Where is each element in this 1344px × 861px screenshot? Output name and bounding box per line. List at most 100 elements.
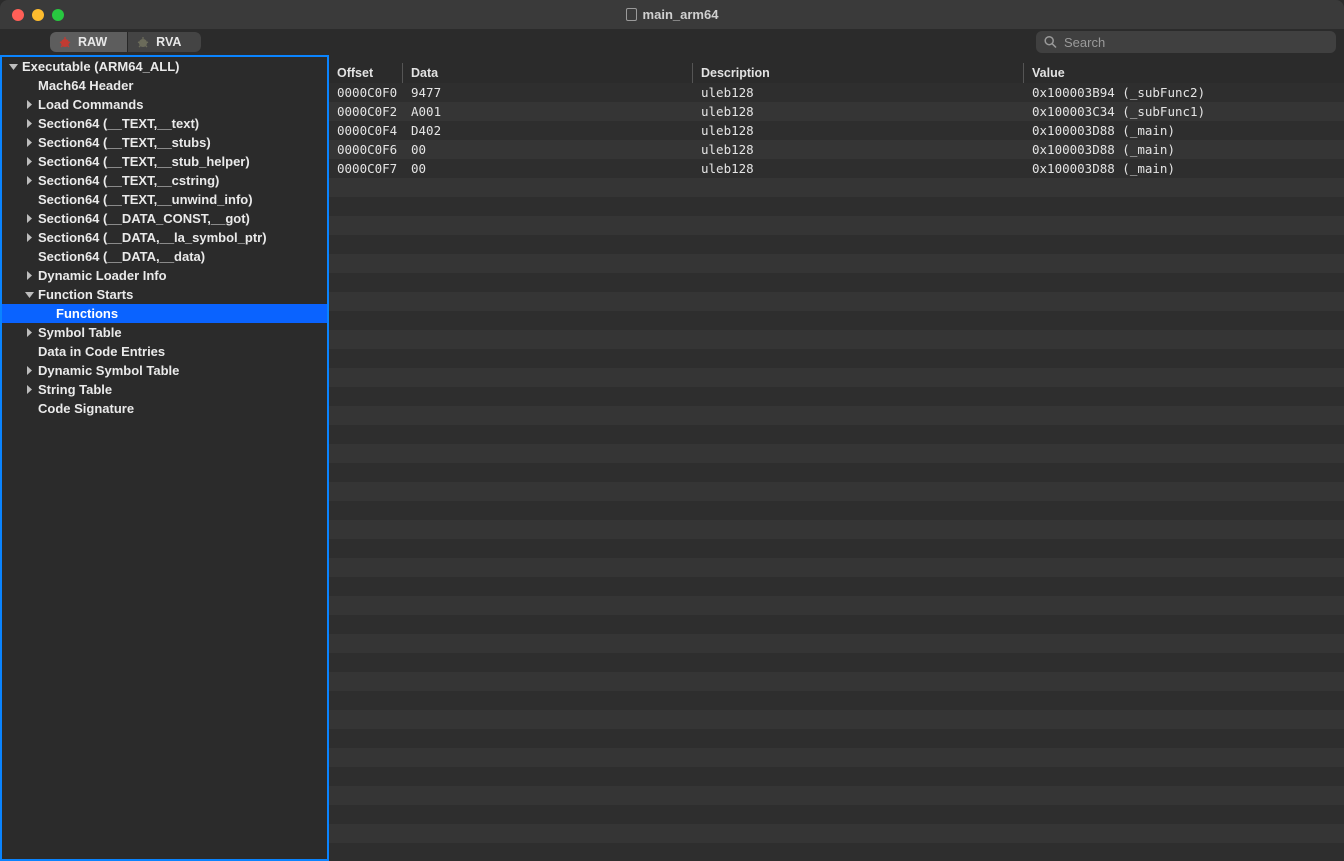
cell-value: 0x100003B94 (_subFunc2)	[1024, 85, 1344, 100]
tree-item-label: Symbol Table	[38, 325, 122, 340]
table-row[interactable]: 0000C0F4D402uleb1280x100003D88 (_main)	[329, 121, 1344, 140]
cell-value: 0x100003D88 (_main)	[1024, 123, 1344, 138]
zoom-window-button[interactable]	[52, 9, 64, 21]
chevron-right-icon[interactable]	[22, 212, 36, 226]
tree-item[interactable]: Code Signature	[2, 399, 327, 418]
traffic-lights	[0, 9, 64, 21]
tree-item[interactable]: Section64 (__TEXT,__text)	[2, 114, 327, 133]
tree-item[interactable]: Function Starts	[2, 285, 327, 304]
cell-data: D402	[403, 123, 692, 138]
cell-offset: 0000C0F0	[329, 85, 402, 100]
bug-icon	[136, 36, 150, 48]
tab-rva[interactable]: RVA	[127, 32, 201, 52]
cell-description: uleb128	[693, 142, 1023, 157]
cell-value: 0x100003D88 (_main)	[1024, 142, 1344, 157]
col-header-description[interactable]: Description	[693, 66, 1023, 80]
cell-data: 9477	[403, 85, 692, 100]
chevron-right-icon[interactable]	[22, 174, 36, 188]
cell-data: 00	[403, 161, 692, 176]
table-body[interactable]: 0000C0F09477uleb1280x100003B94 (_subFunc…	[329, 83, 1344, 861]
minimize-window-button[interactable]	[32, 9, 44, 21]
chevron-down-icon[interactable]	[6, 60, 20, 74]
cell-offset: 0000C0F2	[329, 104, 402, 119]
tree-item[interactable]: Section64 (__TEXT,__stubs)	[2, 133, 327, 152]
chevron-right-icon[interactable]	[22, 269, 36, 283]
table-row[interactable]: 0000C0F2A001uleb1280x100003C34 (_subFunc…	[329, 102, 1344, 121]
col-header-offset[interactable]: Offset	[329, 66, 402, 80]
tree-item-label: Dynamic Symbol Table	[38, 363, 179, 378]
chevron-right-icon[interactable]	[22, 231, 36, 245]
tree-item-label: Section64 (__DATA_CONST,__got)	[38, 211, 250, 226]
chevron-right-icon[interactable]	[22, 383, 36, 397]
tree-item-label: Data in Code Entries	[38, 344, 165, 359]
tree-item-label: Section64 (__TEXT,__stubs)	[38, 135, 211, 150]
chevron-right-icon[interactable]	[22, 98, 36, 112]
cell-description: uleb128	[693, 161, 1023, 176]
tree-item-label: Dynamic Loader Info	[38, 268, 167, 283]
tree-item-label: Function Starts	[38, 287, 133, 302]
table-header: Offset Data Description Value	[329, 63, 1344, 83]
view-mode-segment: RAW RVA	[50, 32, 201, 52]
tree-item[interactable]: Functions	[2, 304, 327, 323]
content-pane: Offset Data Description Value 0000C0F094…	[329, 55, 1344, 861]
bug-icon	[58, 36, 72, 48]
tree-item-label: Section64 (__TEXT,__unwind_info)	[38, 192, 253, 207]
tree-item[interactable]: Section64 (__DATA,__la_symbol_ptr)	[2, 228, 327, 247]
chevron-right-icon[interactable]	[22, 117, 36, 131]
cell-offset: 0000C0F4	[329, 123, 402, 138]
window-title: main_arm64	[643, 7, 719, 22]
cell-value: 0x100003C34 (_subFunc1)	[1024, 104, 1344, 119]
tab-rva-label: RVA	[156, 35, 181, 49]
tab-raw[interactable]: RAW	[50, 32, 127, 52]
tree-item-label: Functions	[56, 306, 118, 321]
cell-description: uleb128	[693, 104, 1023, 119]
tree-item[interactable]: Load Commands	[2, 95, 327, 114]
tree-item[interactable]: String Table	[2, 380, 327, 399]
cell-offset: 0000C0F7	[329, 161, 402, 176]
tree-item[interactable]: Section64 (__TEXT,__stub_helper)	[2, 152, 327, 171]
cell-description: uleb128	[693, 85, 1023, 100]
toolbar: RAW RVA	[0, 29, 1344, 55]
tree-item-label: Load Commands	[38, 97, 143, 112]
tree-item-label: Code Signature	[38, 401, 134, 416]
table-row[interactable]: 0000C0F600uleb1280x100003D88 (_main)	[329, 140, 1344, 159]
cell-data: 00	[403, 142, 692, 157]
tree-item-label: Section64 (__DATA,__la_symbol_ptr)	[38, 230, 267, 245]
tree-item[interactable]: Section64 (__TEXT,__cstring)	[2, 171, 327, 190]
tree-item-label: Section64 (__TEXT,__stub_helper)	[38, 154, 250, 169]
search-input[interactable]	[1036, 31, 1336, 53]
tree-item[interactable]: Section64 (__DATA_CONST,__got)	[2, 209, 327, 228]
sidebar-tree[interactable]: Executable (ARM64_ALL) Mach64 Header Load …	[0, 55, 329, 861]
table-row[interactable]: 0000C0F09477uleb1280x100003B94 (_subFunc…	[329, 83, 1344, 102]
tab-raw-label: RAW	[78, 35, 107, 49]
col-header-value[interactable]: Value	[1024, 66, 1344, 80]
cell-description: uleb128	[693, 123, 1023, 138]
close-window-button[interactable]	[12, 9, 24, 21]
tree-item[interactable]: Section64 (__DATA,__data)	[2, 247, 327, 266]
cell-value: 0x100003D88 (_main)	[1024, 161, 1344, 176]
cell-data: A001	[403, 104, 692, 119]
tree-item[interactable]: Section64 (__TEXT,__unwind_info)	[2, 190, 327, 209]
cell-offset: 0000C0F6	[329, 142, 402, 157]
tree-item-label: Section64 (__TEXT,__cstring)	[38, 173, 219, 188]
table-row[interactable]: 0000C0F700uleb1280x100003D88 (_main)	[329, 159, 1344, 178]
chevron-right-icon[interactable]	[22, 364, 36, 378]
chevron-down-icon[interactable]	[22, 288, 36, 302]
tree-item[interactable]: Symbol Table	[2, 323, 327, 342]
tree-root[interactable]: Executable (ARM64_ALL)	[2, 57, 327, 76]
tree-item[interactable]: Dynamic Loader Info	[2, 266, 327, 285]
chevron-right-icon[interactable]	[22, 155, 36, 169]
tree-item-label: Section64 (__DATA,__data)	[38, 249, 205, 264]
tree-item[interactable]: Mach64 Header	[2, 76, 327, 95]
chevron-right-icon[interactable]	[22, 326, 36, 340]
tree-item-label: Section64 (__TEXT,__text)	[38, 116, 199, 131]
tree-item-label: String Table	[38, 382, 112, 397]
tree-item[interactable]: Data in Code Entries	[2, 342, 327, 361]
tree-item[interactable]: Dynamic Symbol Table	[2, 361, 327, 380]
chevron-right-icon[interactable]	[22, 136, 36, 150]
col-header-data[interactable]: Data	[403, 66, 692, 80]
title-bar: main_arm64	[0, 0, 1344, 29]
tree-root-label: Executable (ARM64_ALL)	[22, 59, 179, 74]
document-icon	[626, 8, 637, 21]
tree-item-label: Mach64 Header	[38, 78, 133, 93]
